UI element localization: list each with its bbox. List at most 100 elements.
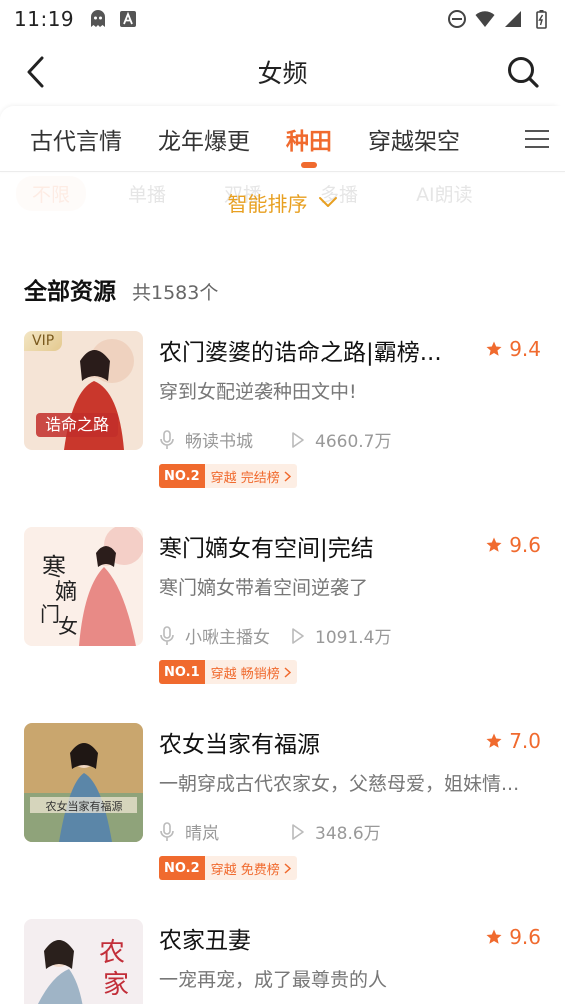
rank-label: 穿越 畅销榜 [210, 666, 280, 682]
book-list-item[interactable]: 农女当家有福源 农女当家有福源 7.0 一朝穿成古代农家女，父慈母爱，姐妹情..… [0, 723, 565, 919]
back-button[interactable] [18, 54, 54, 90]
rank-number: NO.1 [159, 660, 205, 684]
book-rating: 9.6 [485, 533, 541, 557]
book-meta: 畅读书城 4660.7万 [159, 427, 391, 452]
book-desc: 一朝穿成古代农家女，父慈母爱，姐妹情... [159, 773, 520, 795]
star-icon [486, 733, 502, 748]
book-desc: 寒门嫡女带着空间逆袭了 [159, 577, 369, 599]
narrator: 晴岚 [159, 819, 291, 844]
tab-farming[interactable]: 种田 [268, 106, 350, 172]
narrator: 小啾主播女 [159, 623, 291, 648]
rank-badge[interactable]: NO.1 穿越 畅销榜 [159, 660, 297, 684]
star-icon [486, 537, 502, 552]
status-bar: 11:19 [0, 0, 565, 38]
do-not-disturb-icon [448, 10, 466, 28]
rank-label: 穿越 完结榜 [210, 470, 280, 486]
app-bar: 女频 [0, 38, 565, 106]
tab-label: 龙年爆更 [158, 129, 250, 155]
book-title: 农家丑妻 [159, 928, 251, 954]
ghost-app-icon [91, 10, 106, 27]
play-icon [292, 823, 304, 840]
section-header: 全部资源 共1583个 [24, 272, 218, 306]
font-app-icon [120, 11, 137, 27]
chevron-right-icon [284, 666, 291, 678]
rating-value: 9.4 [509, 337, 541, 361]
rank-text: 穿越 免费榜 [204, 856, 297, 880]
page-title: 女频 [257, 59, 308, 88]
cover-image: 寒 嫡 门 女 [24, 527, 143, 646]
play-count-value: 4660.7万 [315, 432, 392, 452]
book-title: 寒门嫡女有空间|完结 [159, 536, 374, 562]
svg-text:农: 农 [99, 938, 125, 968]
play-count: 348.6万 [291, 819, 381, 844]
book-rating: 9.4 [485, 337, 541, 361]
tab-label: 古代言情 [30, 129, 122, 155]
sort-label: 智能排序 [227, 191, 308, 216]
cover-image: 农女当家有福源 [24, 723, 143, 842]
category-tab-strip: 古代言情 龙年爆更 种田 穿越架空 [0, 106, 565, 172]
book-cover: 寒 嫡 门 女 [24, 527, 143, 646]
tab-label: 穿越架空 [368, 129, 460, 155]
battery-icon [536, 10, 547, 29]
rank-badge[interactable]: NO.2 穿越 完结榜 [159, 464, 297, 488]
menu-icon [525, 130, 549, 148]
back-arrow-icon [27, 56, 44, 88]
chevron-right-icon [284, 470, 291, 482]
narrator-name: 晴岚 [185, 824, 219, 844]
rank-badge[interactable]: NO.2 穿越 免费榜 [159, 856, 297, 880]
microphone-icon [160, 429, 174, 449]
chevron-right-icon [284, 862, 291, 874]
tab-dragon-year[interactable]: 龙年爆更 [140, 106, 268, 172]
narrator-name: 畅读书城 [185, 432, 253, 452]
narrator: 畅读书城 [159, 427, 291, 452]
rank-label: 穿越 免费榜 [210, 862, 280, 878]
tab-ancient-romance[interactable]: 古代言情 [12, 106, 140, 172]
book-title: 农女当家有福源 [159, 732, 320, 758]
book-cover: 诰命之路 VIP [24, 331, 143, 450]
book-meta: 小啾主播女 1091.4万 [159, 623, 391, 648]
play-icon [292, 431, 304, 448]
microphone-icon [160, 625, 174, 645]
svg-text:农女当家有福源: 农女当家有福源 [46, 799, 123, 813]
book-desc: 一宠再宠，成了最尊贵的人 [159, 969, 388, 991]
svg-text:诰命之路: 诰命之路 [45, 415, 109, 434]
cover-image: 农 家 [24, 919, 143, 1004]
search-icon [508, 57, 539, 88]
tab-menu-button[interactable] [509, 106, 565, 172]
status-left-icons [88, 9, 138, 29]
rank-number: NO.2 [159, 464, 205, 488]
play-count: 1091.4万 [291, 623, 391, 648]
tab-time-travel[interactable]: 穿越架空 [350, 106, 478, 172]
book-list-item[interactable]: 农 家 农家丑妻 9.6 一宠再宠，成了最尊贵的人 [0, 919, 565, 1004]
book-cover: 农 家 [24, 919, 143, 1004]
chevron-down-icon [318, 197, 337, 207]
play-count-value: 1091.4万 [315, 628, 392, 648]
book-meta: 晴岚 348.6万 [159, 819, 381, 844]
book-list-item[interactable]: 诰命之路 VIP 农门婆婆的诰命之路|霸榜... 9.4 穿到女配逆袭种田文中!… [0, 331, 565, 527]
section-title: 全部资源 [24, 279, 116, 305]
svg-text:门: 门 [40, 602, 60, 626]
rating-value: 9.6 [509, 533, 541, 557]
play-count-value: 348.6万 [315, 824, 381, 844]
vip-badge: VIP [24, 331, 63, 351]
signal-icon [505, 11, 521, 27]
book-rating: 7.0 [485, 729, 541, 753]
status-right-icons [447, 9, 551, 29]
svg-text:家: 家 [103, 970, 129, 1000]
play-count: 4660.7万 [291, 427, 391, 452]
section-count: 共1583个 [132, 282, 219, 304]
rank-text: 穿越 完结榜 [204, 464, 297, 488]
star-icon [486, 929, 502, 944]
rank-text: 穿越 畅销榜 [204, 660, 297, 684]
book-cover: 农女当家有福源 [24, 723, 143, 842]
book-rating: 9.6 [485, 925, 541, 949]
wifi-icon [475, 11, 495, 27]
book-list-item[interactable]: 寒 嫡 门 女 寒门嫡女有空间|完结 9.6 寒门嫡女带着空间逆袭了 小啾主播女… [0, 527, 565, 723]
star-icon [486, 341, 502, 356]
narrator-name: 小啾主播女 [185, 628, 270, 648]
rating-value: 7.0 [509, 729, 541, 753]
svg-text:寒: 寒 [42, 553, 66, 581]
rank-number: NO.2 [159, 856, 205, 880]
search-button[interactable] [503, 52, 543, 92]
sort-dropdown[interactable]: 智能排序 [0, 178, 565, 226]
